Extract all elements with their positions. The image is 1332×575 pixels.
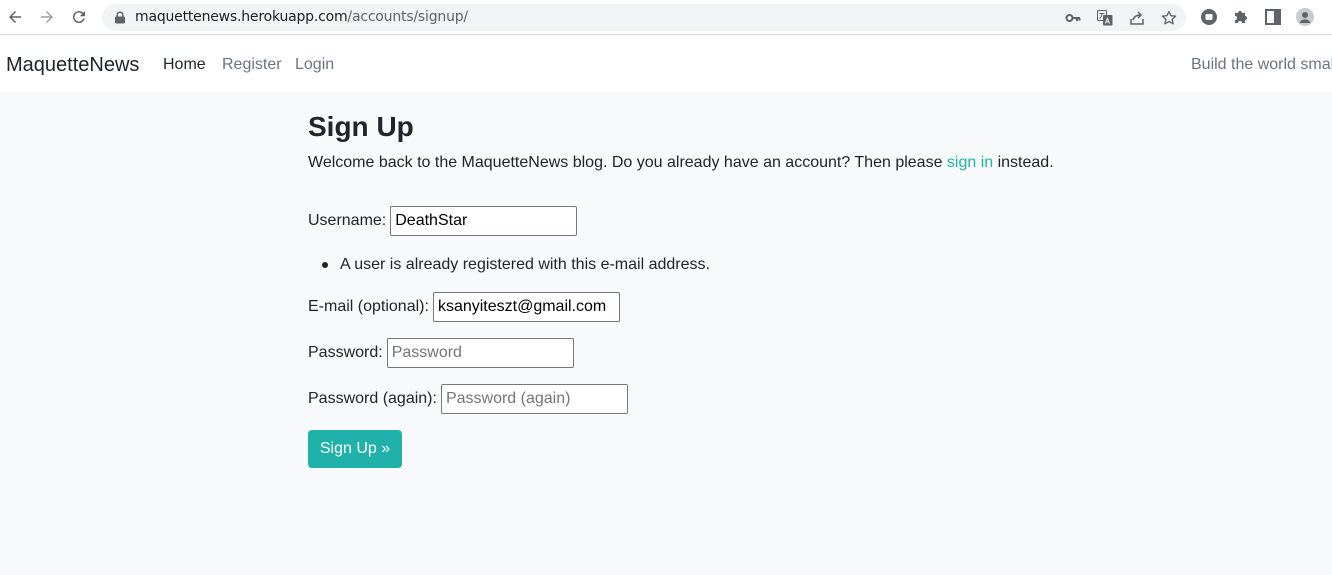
share-icon[interactable] [1128,9,1146,27]
nav-link-login[interactable]: Login [295,55,334,75]
navbar-brand[interactable]: MaquetteNews [6,53,139,77]
extension-record-icon[interactable] [1198,6,1220,28]
url-text: maquettenews.herokuapp.com/accounts/sign… [135,9,468,26]
password-label: Password: [308,344,383,361]
password-again-row: Password (again): [308,384,628,414]
bullet-icon [322,262,328,268]
password-row: Password: [308,338,574,368]
side-panel-icon[interactable] [1262,6,1284,28]
lock-icon [115,11,125,24]
reload-icon[interactable] [67,5,91,29]
browser-toolbar: maquettenews.herokuapp.com/accounts/sign… [0,0,1332,35]
address-bar[interactable]: maquettenews.herokuapp.com/accounts/sign… [102,4,1186,31]
password-again-label: Password (again): [308,390,437,407]
email-input[interactable] [432,292,620,322]
forward-icon[interactable] [35,5,59,29]
intro-text: Welcome back to the MaquetteNews blog. D… [308,153,1054,173]
username-label: Username: [308,212,387,229]
password-again-input[interactable] [440,384,628,414]
email-row: E-mail (optional): [308,292,620,322]
key-icon[interactable] [1064,9,1082,27]
translate-icon[interactable] [1096,9,1114,27]
star-icon[interactable] [1160,9,1178,27]
url-host: maquettenews.herokuapp.com [135,9,348,25]
username-input[interactable] [390,206,578,236]
extensions-puzzle-icon[interactable] [1230,6,1252,28]
sign-in-link[interactable]: sign in [947,154,993,171]
sign-up-button[interactable]: Sign Up » [308,430,402,468]
form-error-text: A user is already registered with this e… [340,256,710,273]
form-error-item: A user is already registered with this e… [322,255,710,275]
page-title: Sign Up [308,111,414,142]
url-path: /accounts/signup/ [347,9,468,25]
back-icon[interactable] [3,5,27,29]
site-navbar: MaquetteNews Home Register Login Build t… [0,36,1332,92]
intro-text-after: instead. [993,154,1054,171]
intro-text-before: Welcome back to the MaquetteNews blog. D… [308,154,947,171]
nav-link-register[interactable]: Register [222,55,282,75]
email-label: E-mail (optional): [308,298,429,315]
nav-link-home[interactable]: Home [163,55,206,75]
profile-avatar-icon[interactable] [1294,6,1316,28]
form-error-list: A user is already registered with this e… [322,255,710,275]
username-row: Username: [308,206,578,236]
password-input[interactable] [386,338,574,368]
navbar-tagline: Build the world smal [1191,56,1332,73]
